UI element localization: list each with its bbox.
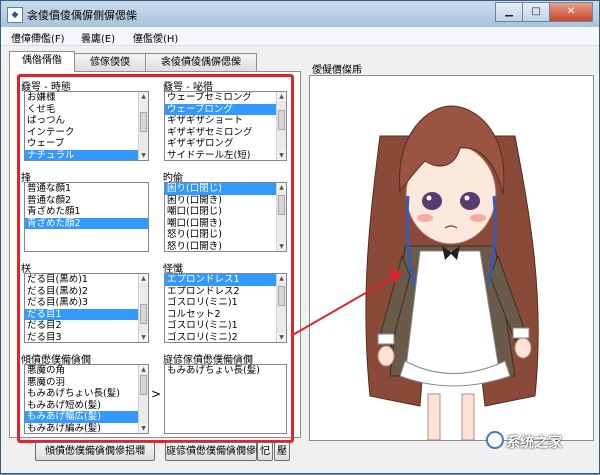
app-window: ◆ 衾倰僨倰偊偋側偋偲偨 ▁ □ ✕ 僼傽僀儖(F) 曇廤(E) 僿儖僾(H) …: [0, 0, 600, 474]
watermark-logo-icon: [486, 431, 504, 449]
annotation-arrow: [290, 271, 403, 337]
watermark: 系统之家: [506, 435, 562, 451]
tab-parts[interactable]: 偊偺偦偺: [9, 51, 75, 72]
